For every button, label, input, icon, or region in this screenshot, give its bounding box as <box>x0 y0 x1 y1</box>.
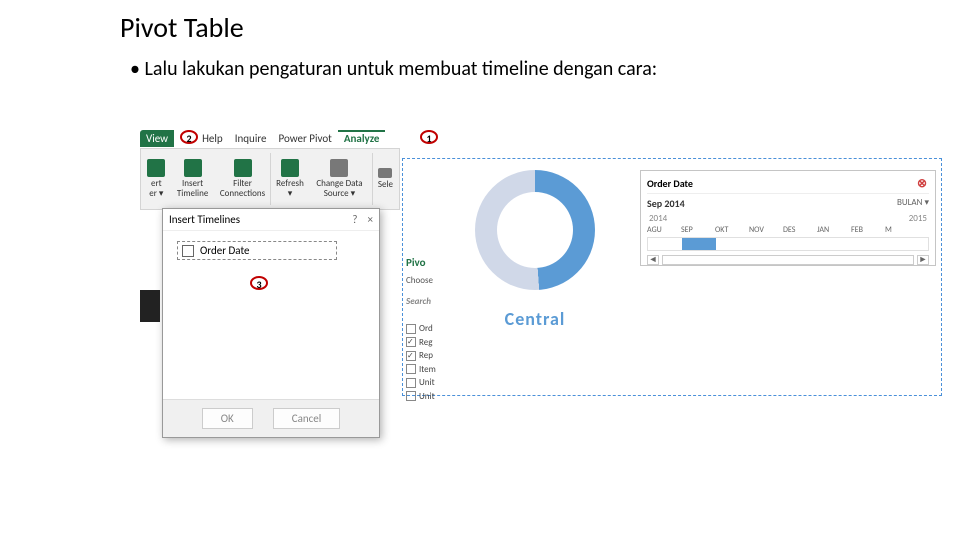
pivot-fields-list: Ord Reg Rep Item Unit Unit <box>406 322 436 403</box>
checkbox-icon[interactable] <box>406 391 416 401</box>
close-icon[interactable]: × <box>368 213 373 226</box>
timeline-month: NOV <box>749 225 783 235</box>
timeline-slicer[interactable]: Order Date ⊗ Sep 2014 BULAN ▾ 2014 2015 … <box>640 170 936 266</box>
field-label: Reg <box>419 336 432 350</box>
timeline-month: JAN <box>817 225 851 235</box>
scroll-right-icon[interactable]: ► <box>917 255 929 265</box>
ribbon-btn-insert-slicer[interactable]: ert er ▾ <box>143 151 170 207</box>
scroll-track[interactable] <box>662 255 914 265</box>
checkbox-icon[interactable] <box>406 337 416 347</box>
timeline-month: OKT <box>715 225 749 235</box>
pivot-field-row[interactable]: Item <box>406 363 436 377</box>
slide-title: Pivot Table <box>120 10 244 45</box>
cancel-button[interactable]: Cancel <box>273 408 341 429</box>
ribbon-btn-insert-timeline[interactable]: Insert Timeline <box>170 151 216 207</box>
timeline-header: Order Date ⊗ <box>647 175 929 194</box>
field-label: Ord <box>419 322 433 336</box>
dialog-body: Order Date <box>163 231 379 270</box>
field-label: Order Date <box>200 244 250 257</box>
timeline-month: FEB <box>851 225 885 235</box>
timeline-month-row: AGU SEP OKT NOV DES JAN FEB M <box>647 224 929 236</box>
pivot-field-row[interactable]: Unit <box>406 390 436 404</box>
ok-button[interactable]: OK <box>202 408 253 429</box>
ribbon-label: Sele <box>378 180 393 190</box>
timeline-year-1: 2014 <box>649 213 667 224</box>
tab-view[interactable]: View <box>140 130 174 147</box>
ribbon-label: Change Data Source ▾ <box>312 179 367 199</box>
donut-region-label: Central <box>450 308 620 330</box>
step-badge-2: 2 <box>180 130 198 144</box>
tab-powerpivot[interactable]: Power Pivot <box>273 130 338 147</box>
step-badge-1: 1 <box>420 130 438 144</box>
timeline-month: SEP <box>681 225 715 235</box>
tab-analyze[interactable]: Analyze <box>338 130 386 147</box>
pivot-field-row[interactable]: Reg <box>406 336 436 350</box>
ribbon-btn-select[interactable]: Sele <box>374 151 397 207</box>
tab-help[interactable]: Help <box>196 130 229 147</box>
ribbon-separator <box>372 153 373 205</box>
pivot-field-row[interactable]: Rep <box>406 349 436 363</box>
ribbon-btn-refresh[interactable]: Refresh ▾ <box>272 151 308 207</box>
timeline-period-value: Sep 2014 <box>647 197 685 210</box>
excel-ribbon: View Help Inquire Power Pivot Analyze er… <box>140 128 400 210</box>
timeline-title: Order Date <box>647 177 693 190</box>
ribbon-body: ert er ▾ Insert Timeline Filter Connecti… <box>140 148 400 210</box>
field-label: Unit <box>419 390 435 404</box>
timeline-track[interactable] <box>647 237 929 251</box>
scroll-left-icon[interactable]: ◄ <box>647 255 659 265</box>
help-icon[interactable]: ? <box>352 213 357 226</box>
checkbox-icon[interactable] <box>182 245 194 257</box>
timeline-level-dropdown[interactable]: BULAN ▾ <box>897 197 929 210</box>
field-checkbox-row[interactable]: Order Date <box>177 241 337 260</box>
pivot-field-row[interactable]: Ord <box>406 322 436 336</box>
field-label: Item <box>419 363 436 377</box>
timeline-scrollbar[interactable]: ◄ ► <box>647 255 929 265</box>
timeline-period-row: Sep 2014 BULAN ▾ <box>647 194 929 213</box>
pivot-subtitle: Choose <box>406 275 450 286</box>
donut-chart: 49% <box>475 170 595 290</box>
pivot-search-placeholder[interactable]: Search <box>406 296 450 307</box>
checkbox-icon[interactable] <box>406 378 416 388</box>
timeline-month: AGU <box>647 225 681 235</box>
ribbon-label: Filter Connections <box>220 179 266 199</box>
tab-inquire[interactable]: Inquire <box>229 130 273 147</box>
dialog-button-row: OK Cancel <box>163 399 379 437</box>
slide-bullet-text: Lalu lakukan pengaturan untuk membuat ti… <box>130 56 830 82</box>
timeline-month: M <box>885 225 919 235</box>
pivot-fields-panel-title: Pivo Choose Search <box>406 256 450 307</box>
checkbox-icon[interactable] <box>406 351 416 361</box>
ribbon-label: Insert Timeline <box>174 179 212 199</box>
decorative-strip <box>140 290 160 322</box>
insert-timelines-dialog: Insert Timelines ? × Order Date OK Cance… <box>162 208 380 438</box>
timeline-month: DES <box>783 225 817 235</box>
ribbon-separator <box>270 153 271 205</box>
ribbon-label: ert er ▾ <box>147 179 166 199</box>
field-label: Rep <box>419 349 433 363</box>
donut-chart-area: 49% Central <box>450 170 620 360</box>
clear-filter-icon[interactable]: ⊗ <box>915 176 929 190</box>
ribbon-btn-change-data-source[interactable]: Change Data Source ▾ <box>308 151 371 207</box>
checkbox-icon[interactable] <box>406 364 416 374</box>
checkbox-icon[interactable] <box>406 324 416 334</box>
timeline-selected-block[interactable] <box>682 238 716 250</box>
step-badge-3: 3 <box>250 276 268 290</box>
ribbon-tabs: View Help Inquire Power Pivot Analyze <box>140 128 400 148</box>
pivot-title: Pivo <box>406 256 450 269</box>
timeline-year-2: 2015 <box>909 213 927 224</box>
ribbon-btn-filter-connections[interactable]: Filter Connections <box>216 151 270 207</box>
timeline-year-row: 2014 2015 <box>647 213 929 224</box>
donut-percent-label: 49% <box>475 220 595 247</box>
field-label: Unit <box>419 376 435 390</box>
pivot-field-row[interactable]: Unit <box>406 376 436 390</box>
dialog-titlebar: Insert Timelines ? × <box>163 209 379 231</box>
dialog-title-text: Insert Timelines <box>169 213 240 226</box>
ribbon-label: Refresh ▾ <box>276 179 304 199</box>
